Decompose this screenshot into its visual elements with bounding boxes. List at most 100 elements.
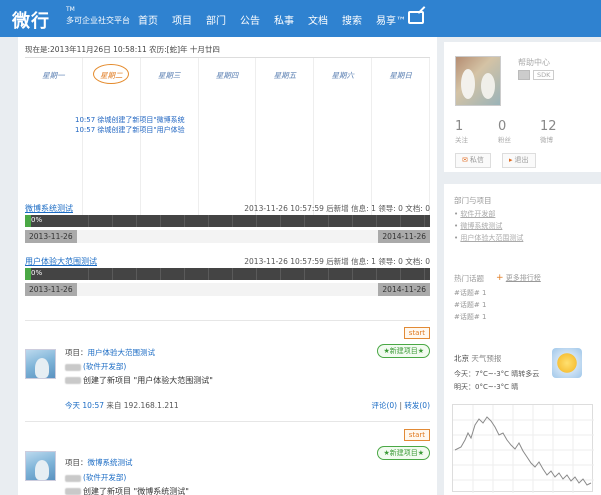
start-date: 2013-11-26 (25, 230, 77, 243)
feed-actions: 评论(0) | 转发(0) (371, 401, 430, 410)
nav-private[interactable]: 私事 (274, 12, 294, 27)
today-marker (93, 64, 130, 84)
day-friday[interactable]: 星期五 (256, 58, 315, 222)
comment-link[interactable]: 评论(0) (371, 401, 397, 410)
progress-label: 0% (31, 216, 43, 224)
day-tuesday[interactable]: 星期二 (83, 58, 141, 222)
hot-topic-item[interactable]: #话题# 1 (454, 300, 486, 310)
calendar-events: 10:57 徐城创建了新项目"微博系统测试" 10:57 徐城创建了新项目"用户… (75, 115, 185, 135)
blurred-name (65, 474, 81, 482)
weather-today: 今天：7°C~-3°C 晴转多云 (454, 370, 540, 378)
dept-item[interactable]: • 微博系统测试 (454, 221, 502, 231)
main-nav: 首页 项目 部门 公告 私事 文档 搜索 易享™ (138, 12, 420, 27)
week-calendar: 星期一 星期二 星期三 星期四 星期五 星期六 星期日 10:57 徐城创建了新… (25, 57, 431, 222)
feed-time-link[interactable]: 今天 10:57 (65, 401, 104, 410)
progress-bar: 0% (25, 268, 430, 280)
feed-meta: 今天 10:57 来自 192.168.1.211 (65, 400, 179, 411)
logout-button[interactable]: ▸ 退出 (502, 153, 536, 168)
more-ranking-link[interactable]: + 更多排行榜 (496, 273, 541, 283)
nav-documents[interactable]: 文档 (308, 12, 328, 27)
stock-chart-card (444, 395, 601, 495)
divider (25, 320, 430, 321)
feed-text-line: 创建了新项目 "微博系统测试" (65, 486, 189, 495)
feed-text: 创建了新项目 "用户体验大范围测试" (83, 376, 213, 385)
logo-tm: TM (66, 6, 75, 13)
profile-name[interactable]: 帮助中心 (518, 57, 550, 68)
section-title: 部门与项目 (454, 196, 492, 205)
project-name-link[interactable]: 用户体验大范围测试 (25, 256, 97, 267)
stat-posts[interactable]: 12 微博 (540, 119, 557, 144)
calendar-event[interactable]: 10:57 徐城创建了新项目"用户体验大范围测试" (75, 125, 185, 135)
new-project-badge: ★新建项目★ (377, 446, 430, 460)
forward-link[interactable]: 转发(0) (404, 401, 430, 410)
compose-icon[interactable] (408, 11, 424, 24)
avatar[interactable] (25, 349, 56, 379)
feed-text-line: 创建了新项目 "用户体验大范围测试" (65, 375, 213, 386)
nav-home[interactable]: 首页 (138, 12, 158, 27)
start-date: 2013-11-26 (25, 283, 77, 296)
feed-project-link[interactable]: 微博系统测试 (88, 458, 133, 467)
nav-search[interactable]: 搜索 (342, 12, 362, 27)
weather-tomorrow: 明天：0°C~-3°C 晴 (454, 383, 519, 391)
progress-label: 0% (31, 269, 43, 277)
calendar-event[interactable]: 10:57 徐城创建了新项目"微博系统测试" (75, 115, 185, 125)
nav-share[interactable]: 易享™ (376, 12, 406, 27)
sunny-icon (552, 348, 582, 378)
message-icon: ✉ (462, 156, 468, 164)
feed-project-line: 项目：用户体验大范围测试 (65, 348, 156, 357)
project-info: 2013-11-26 10:57:59 后新增 信息: 1 领导: 0 文档: … (244, 204, 430, 213)
feed-project-line: 项目：微博系统测试 (65, 458, 133, 467)
project-progress: 微博系统测试 2013-11-26 10:57:59 后新增 信息: 1 领导:… (25, 203, 430, 243)
weather-city: 北京 天气预报 (454, 354, 502, 363)
feed-dept-line: (软件开发部) (65, 472, 126, 483)
new-project-badge: ★新建项目★ (377, 344, 430, 358)
feed-item: start ★新建项目★ 项目：微博系统测试 (软件开发部) 创建了新项目 "微… (25, 429, 430, 495)
hot-topic-item[interactable]: #话题# 1 (454, 288, 486, 298)
feed-dept-link[interactable]: (软件开发部) (83, 362, 126, 371)
stat-following[interactable]: 1 关注 (455, 119, 468, 144)
hot-topic-item[interactable]: #话题# 1 (454, 312, 486, 322)
dept-item[interactable]: • 用户体验大范围测试 (454, 233, 523, 243)
avatar[interactable] (25, 451, 56, 481)
start-tag: start (403, 429, 430, 441)
end-date: 2014-11-26 (378, 283, 430, 296)
project-name-link[interactable]: 微博系统测试 (25, 203, 73, 214)
day-thursday[interactable]: 星期四 (199, 58, 257, 222)
section-title: 热门话题 (454, 274, 484, 283)
blurred-name (65, 377, 81, 384)
top-bar: 微行 TM 多可企业社交平台 首页 项目 部门 公告 私事 文档 搜索 易享™ (0, 0, 601, 37)
nav-announcements[interactable]: 公告 (240, 12, 260, 27)
day-sunday[interactable]: 星期日 (372, 58, 431, 222)
logo[interactable]: 微行 (12, 7, 50, 33)
day-monday[interactable]: 星期一 (25, 58, 83, 222)
blurred-name (65, 363, 81, 371)
day-wednesday[interactable]: 星期三 (141, 58, 199, 222)
chart-svg (453, 405, 594, 493)
end-date: 2014-11-26 (378, 230, 430, 243)
line-chart (452, 404, 594, 493)
stat-followers[interactable]: 0 粉丝 (498, 119, 511, 144)
main-panel: 现在是:2013年11月26日 10:58:11 农历:[蛇]年 十月廿四 星期… (18, 37, 437, 495)
nav-departments[interactable]: 部门 (206, 12, 226, 27)
feed-dept-line: (软件开发部) (65, 361, 126, 372)
day-saturday[interactable]: 星期六 (314, 58, 373, 222)
feed-project-link[interactable]: 用户体验大范围测试 (88, 348, 156, 357)
feed-source: 来自 192.168.1.211 (106, 401, 179, 410)
sidebar: 帮助中心 SDK 1 关注 0 粉丝 12 微博 ✉ 私信 ▸ 退出 部门与项目 • 软件… (444, 37, 601, 495)
logo-subtitle: 多可企业社交平台 (66, 16, 130, 25)
badge-label: SDK (533, 70, 555, 80)
logout-icon: ▸ (509, 156, 513, 164)
progress-bar: 0% (25, 215, 430, 227)
project-progress: 用户体验大范围测试 2013-11-26 10:57:59 后新增 信息: 1 … (25, 256, 430, 296)
date-range: 2013-11-26 2014-11-26 (25, 230, 430, 243)
divider (25, 421, 430, 422)
chart-line (454, 416, 592, 486)
plus-icon: + (496, 273, 504, 283)
badge-icon (518, 70, 530, 80)
message-button[interactable]: ✉ 私信 (455, 153, 491, 168)
profile-avatar[interactable] (455, 56, 501, 106)
dept-item[interactable]: • 软件开发部 (454, 209, 495, 219)
nav-projects[interactable]: 项目 (172, 12, 192, 27)
date-range: 2013-11-26 2014-11-26 (25, 283, 430, 296)
feed-dept-link[interactable]: (软件开发部) (83, 473, 126, 482)
